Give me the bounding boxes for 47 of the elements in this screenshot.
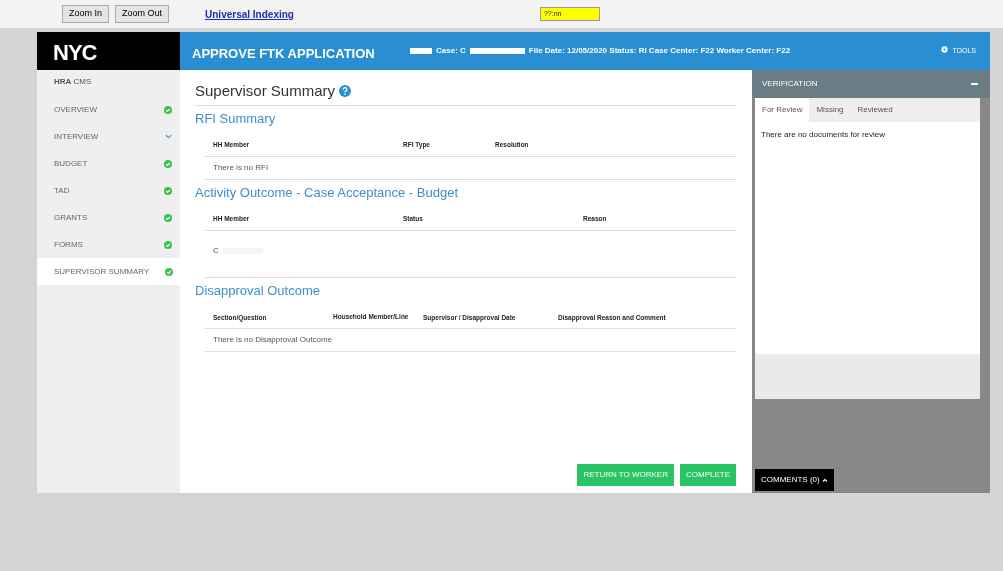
settings-icon[interactable] <box>941 46 949 53</box>
summary-title: Supervisor Summary <box>195 81 336 101</box>
empty-message: There is no Disapproval Outcome <box>205 329 736 353</box>
check-icon <box>164 240 172 249</box>
zoom-button[interactable]: Zoom Out <box>115 5 170 23</box>
brand-label: HRA CMS <box>53 76 93 88</box>
panel-tab[interactable]: Missing <box>809 98 851 122</box>
nav-label: OVERVIEW <box>54 103 97 116</box>
chevron-up-icon <box>821 477 828 482</box>
panel-tab[interactable]: For Review <box>755 98 810 122</box>
file-info: File Date: 12/05/2020 Status: RI Case Center: F22 Worker Center: F22 <box>528 45 791 57</box>
zoom-button[interactable]: Zoom In <box>62 5 109 23</box>
redaction-bar <box>469 48 525 54</box>
redaction-bar <box>410 48 432 54</box>
sidebar-item[interactable]: OVERVIEW <box>37 96 180 123</box>
nav-label: INTERVIEW <box>54 130 99 143</box>
nav-label: FORMS <box>54 238 83 251</box>
panel-tab[interactable]: Reviewed <box>850 98 900 122</box>
check-icon <box>164 186 172 195</box>
chevron-down-icon <box>165 134 172 139</box>
empty-message: There is no RFI <box>205 156 736 180</box>
row-text: C <box>213 245 219 257</box>
case-label: Case: C <box>436 45 466 57</box>
check-icon <box>164 159 172 168</box>
comments-button[interactable]: COMMENTS (0) <box>755 469 834 491</box>
sidebar-item[interactable]: TAD <box>37 177 180 204</box>
nav-label: BUDGET <box>54 157 88 170</box>
check-icon <box>165 267 173 276</box>
panel-title: VERIFICATION <box>762 78 818 90</box>
nav-label: TAD <box>54 184 70 197</box>
check-icon <box>164 213 172 222</box>
help-icon[interactable] <box>339 85 352 98</box>
nyc-logo: NYC <box>37 32 180 70</box>
sidebar-item[interactable]: INTERVIEW <box>37 123 180 150</box>
nav-label: GRANTS <box>54 211 88 224</box>
universal-indexing-link[interactable]: Universal Indexing <box>205 6 294 22</box>
sidebar-item[interactable]: FORMS <box>37 231 180 258</box>
section-title: RFI Summary <box>195 109 277 128</box>
sidebar-item[interactable]: SUPERVISOR SUMMARY <box>37 258 181 285</box>
sidebar-item[interactable]: GRANTS <box>37 204 180 231</box>
section-title: Disapproval Outcome <box>195 282 321 300</box>
page-title: APPROVE FTK APPLICATION <box>191 45 376 63</box>
nav-label: SUPERVISOR SUMMARY <box>54 265 150 278</box>
empty-message: There are no documents for review <box>760 129 887 141</box>
check-icon <box>164 105 172 114</box>
sidebar-item[interactable]: BUDGET <box>37 150 180 177</box>
section-title: Activity Outcome - Case Acceptance - Budget <box>195 183 459 202</box>
